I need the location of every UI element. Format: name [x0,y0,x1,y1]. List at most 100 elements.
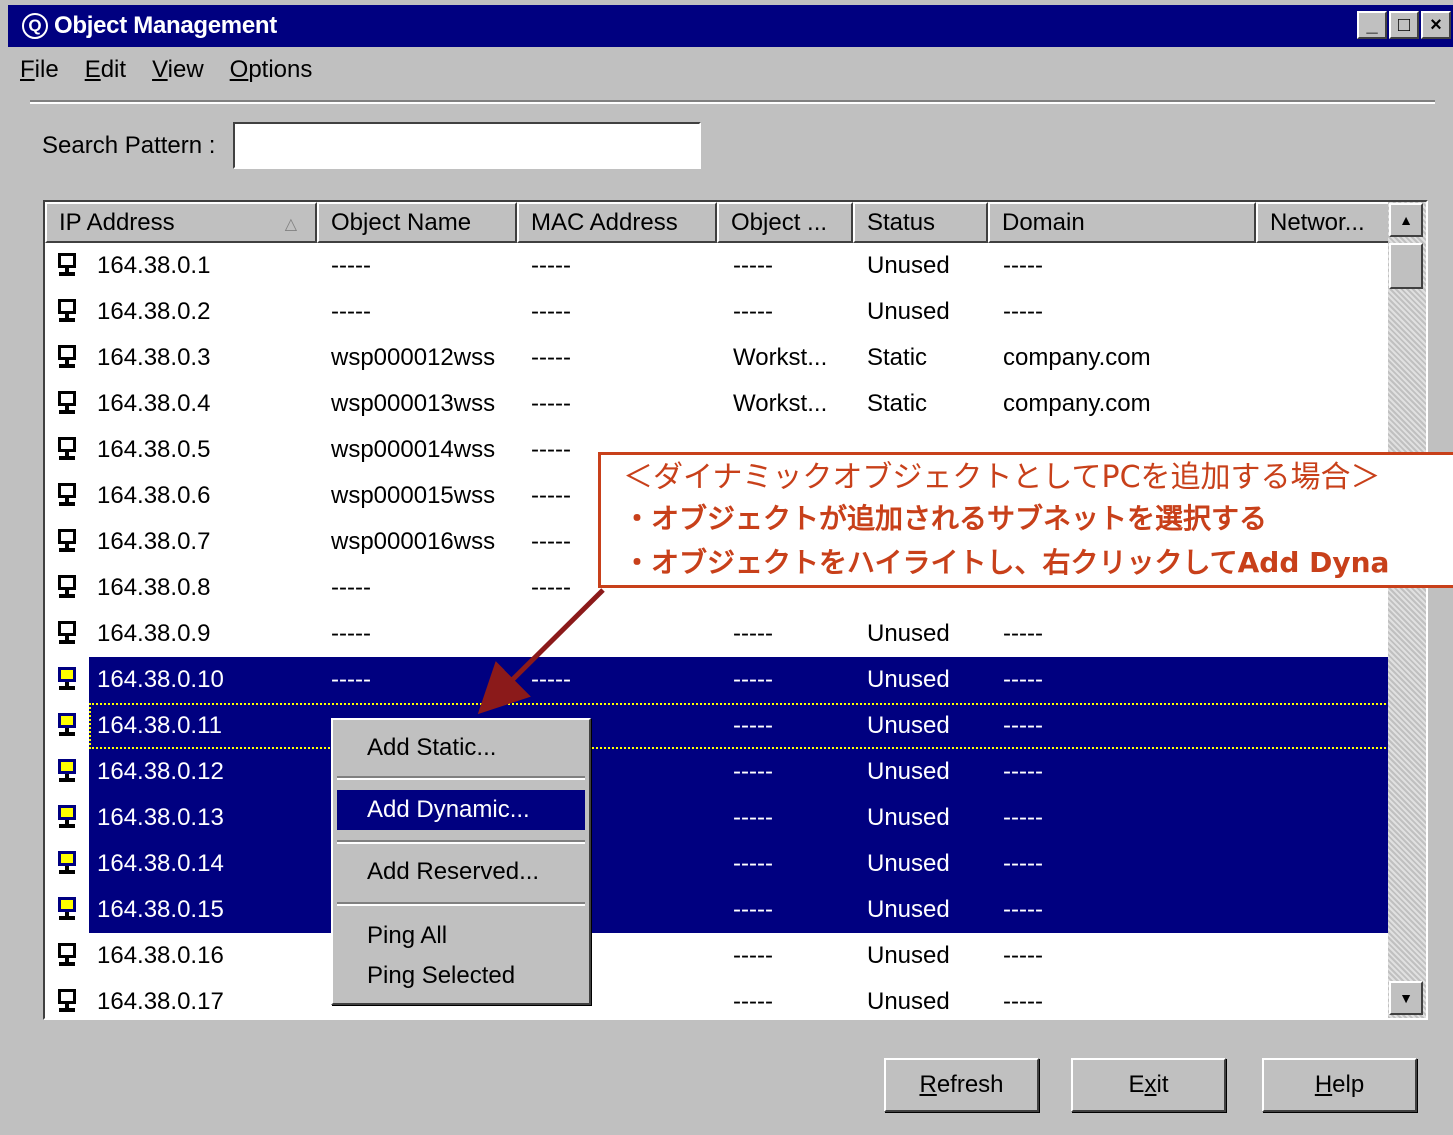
cell-ip: 164.38.0.2 [97,298,211,325]
cell-domain: company.com [1003,344,1151,371]
menu-ping-selected[interactable]: Ping Selected [337,956,585,996]
cell-type: ----- [733,666,773,693]
cell-status: Unused [867,620,950,647]
table-row[interactable]: 164.38.0.4 wsp000013wss ----- Workst... Stat… [45,381,1390,427]
cell-mac: ----- [531,298,571,325]
column-ip-address[interactable]: IP Address △ [45,202,317,243]
cell-type: Workst... [733,344,828,371]
menu-file[interactable]: File [20,56,59,84]
computer-icon [58,805,76,828]
table-row[interactable]: 164.38.0.3 wsp000012wss ----- Workst... Stat… [45,335,1390,381]
cell-mac: ----- [531,436,571,463]
cell-status: Unused [867,942,950,969]
menu-options[interactable]: Options [230,56,313,84]
menu-view[interactable]: View [152,56,204,84]
cell-ip: 164.38.0.5 [97,436,211,463]
table-row[interactable]: 164.38.0.15 ----- Unused ----- [45,887,1390,933]
sort-ascending-icon: △ [284,216,297,233]
cell-domain: ----- [1003,712,1043,739]
computer-icon [58,667,76,690]
table-row[interactable]: 164.38.0.11 ----- Unused ----- [45,703,1390,749]
column-domain[interactable]: Domain [988,202,1256,243]
table-row[interactable]: 164.38.0.10 ----- ----- ----- Unused ----- [45,657,1390,703]
table-row[interactable]: 164.38.0.14 ----- Unused ----- [45,841,1390,887]
callout-title: ＜ダイナミックオブジェクトとしてPCを追加する場合＞ [623,460,1381,495]
maximize-button[interactable]: □ [1389,11,1419,39]
cell-ip: 164.38.0.13 [97,804,224,831]
help-button[interactable]: Help [1262,1058,1417,1112]
menu-add-reserved[interactable]: Add Reserved... [337,852,585,892]
computer-icon [58,391,76,414]
title-bar[interactable]: Q Object Management _ □ × [8,5,1453,47]
cell-ip: 164.38.0.15 [97,896,224,923]
search-pattern-label: Search Pattern : [42,132,216,159]
cell-mac: ----- [531,528,571,555]
cell-type: ----- [733,942,773,969]
cell-ip: 164.38.0.16 [97,942,224,969]
column-status[interactable]: Status [853,202,988,243]
table-row[interactable]: 164.38.0.16 ----- Unused ----- [45,933,1390,979]
scroll-up-arrow-icon[interactable]: ▲ [1389,203,1423,237]
cell-ip: 164.38.0.8 [97,574,211,601]
cell-domain: ----- [1003,758,1043,785]
computer-icon [58,851,76,874]
cell-type: ----- [733,988,773,1015]
cell-domain: ----- [1003,666,1043,693]
table-row[interactable]: 164.38.0.9 ----- ----- Unused ----- [45,611,1390,657]
cell-name: wsp000012wss [331,344,496,371]
callout-line: ・オブジェクトをハイライトし、右クリックしてAdd Dyna [623,546,1390,579]
refresh-button[interactable]: Refresh [884,1058,1039,1112]
table-row[interactable]: 164.38.0.1 ----- ----- ----- Unused ----- [45,243,1390,289]
cell-ip: 164.38.0.4 [97,390,211,417]
cell-mac: ----- [531,344,571,371]
cell-domain: ----- [1003,942,1043,969]
column-mac-address[interactable]: MAC Address [517,202,717,243]
cell-type: ----- [733,712,773,739]
computer-icon [58,299,76,322]
computer-icon [58,437,76,460]
cell-status: Unused [867,988,950,1015]
computer-icon [58,989,76,1012]
cell-mac: ----- [531,666,571,693]
menu-ping-all[interactable]: Ping All [337,916,585,956]
cell-type: ----- [733,850,773,877]
cell-status: Unused [867,896,950,923]
table-row[interactable]: 164.38.0.12 ----- Unused ----- [45,749,1390,795]
table-row[interactable]: 164.38.0.13 ----- Unused ----- [45,795,1390,841]
cell-ip: 164.38.0.1 [97,252,211,279]
cell-domain: ----- [1003,850,1043,877]
cell-type: Workst... [733,390,828,417]
cell-ip: 164.38.0.3 [97,344,211,371]
cell-status: Unused [867,252,950,279]
callout-line: ・オブジェクトが追加されるサブネットを選択する [623,502,1268,535]
menu-edit[interactable]: Edit [85,56,126,84]
menu-add-static[interactable]: Add Static... [337,728,585,768]
close-button[interactable]: × [1421,11,1451,39]
object-list[interactable]: IP Address △ Object Name MAC Address Obje… [43,200,1428,1020]
computer-icon [58,713,76,736]
column-object-type[interactable]: Object ... [717,202,853,243]
scroll-thumb[interactable] [1389,243,1423,289]
column-network[interactable]: Networ... [1256,202,1390,243]
cell-domain: ----- [1003,252,1043,279]
cell-ip: 164.38.0.6 [97,482,211,509]
cell-status: Unused [867,298,950,325]
exit-button[interactable]: Ex it [1071,1058,1226,1112]
search-pattern-input[interactable] [233,122,701,169]
cell-name: wsp000015wss [331,482,496,509]
scroll-down-arrow-icon[interactable]: ▼ [1389,981,1423,1015]
list-rows: 164.38.0.1 ----- ----- ----- Unused ----- 164.… [45,243,1390,1018]
menu-add-dynamic[interactable]: Add Dynamic... [337,790,585,830]
column-object-name[interactable]: Object Name [317,202,517,243]
vertical-scrollbar[interactable]: ▲ ▼ [1388,202,1426,1018]
cell-domain: ----- [1003,896,1043,923]
computer-icon [58,621,76,644]
cell-mac: ----- [531,482,571,509]
table-row[interactable]: 164.38.0.17---------------Unused----- [45,979,1390,1018]
minimize-button[interactable]: _ [1357,11,1387,39]
table-row[interactable]: 164.38.0.2 ----- ----- ----- Unused ----- [45,289,1390,335]
cell-type: ----- [733,252,773,279]
cell-domain: company.com [1003,390,1151,417]
cell-domain: ----- [1003,620,1043,647]
cell-name: ----- [331,252,371,279]
